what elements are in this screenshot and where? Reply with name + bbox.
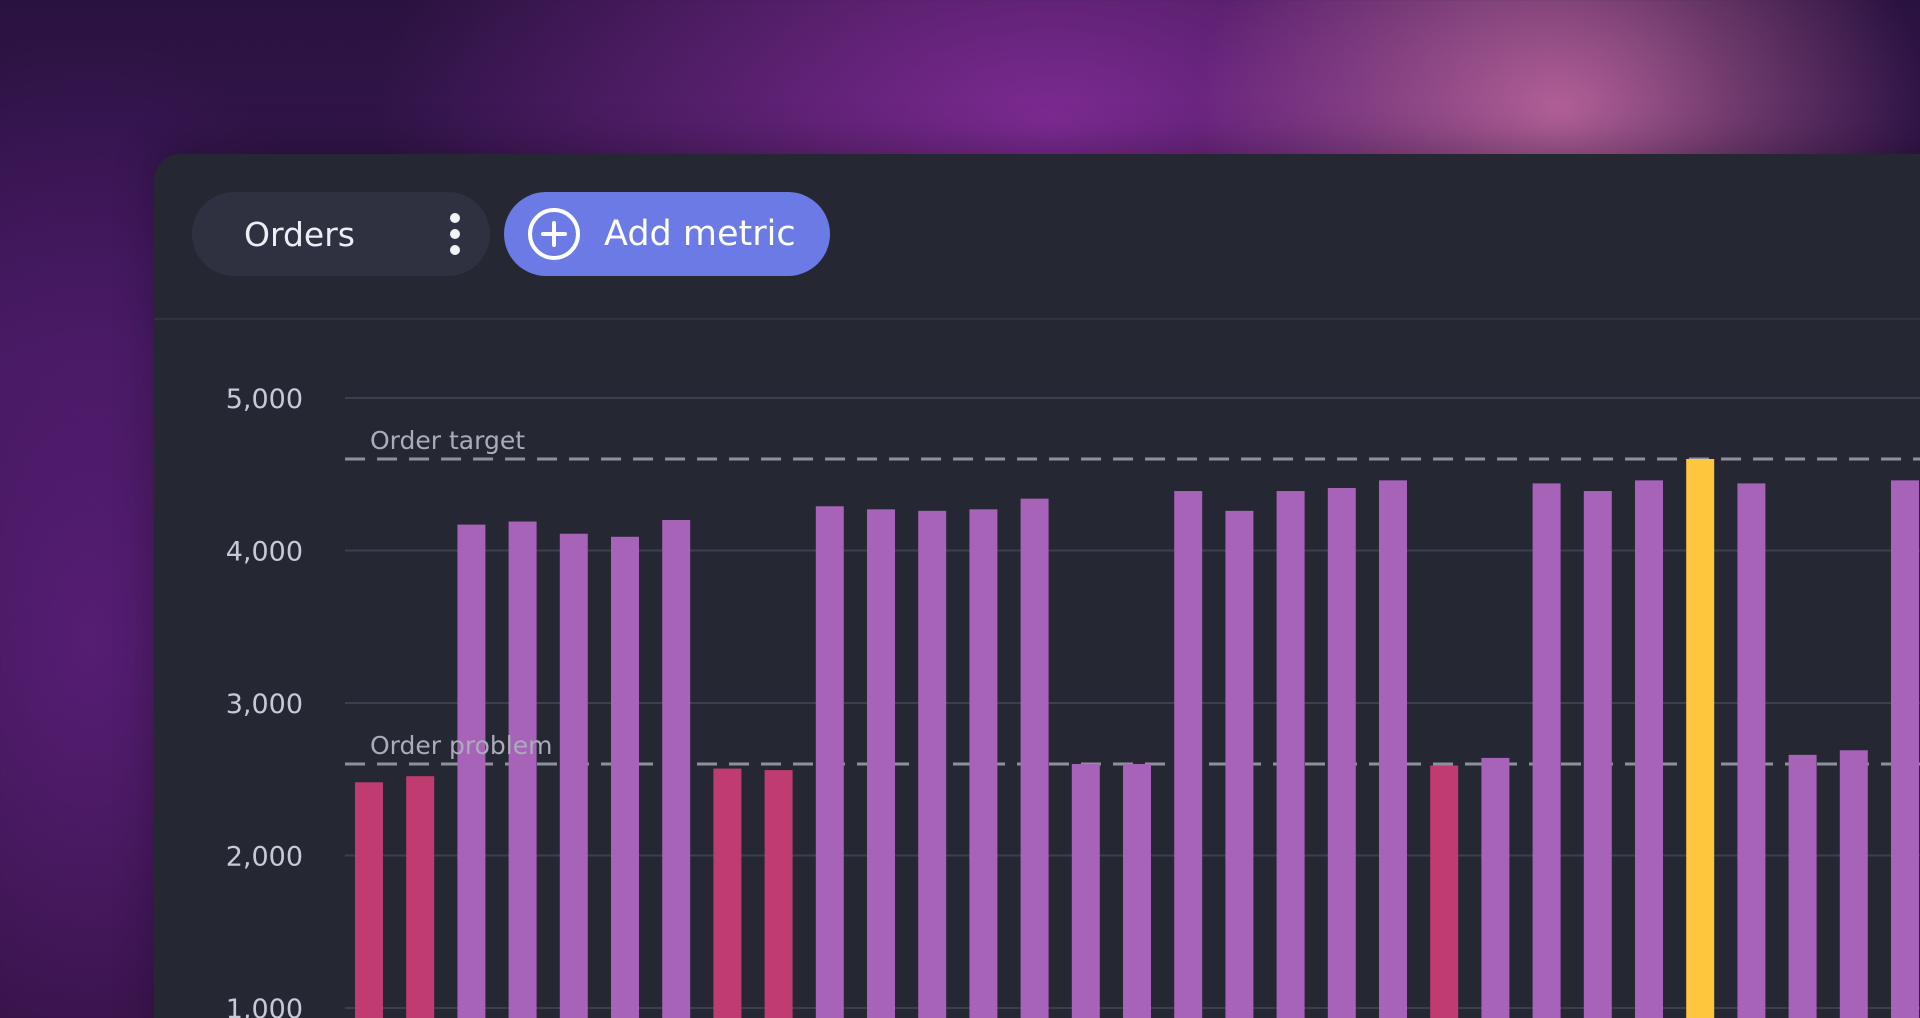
bar[interactable] <box>457 524 486 1018</box>
bar[interactable] <box>1532 483 1561 1018</box>
y-tick-label: 5,000 <box>226 384 303 415</box>
bar[interactable] <box>559 533 588 1018</box>
bar[interactable] <box>918 510 947 1018</box>
bar-chart: Order target Order problem 1,000 2,000 3,00… <box>226 384 1920 1018</box>
bar[interactable] <box>662 520 691 1018</box>
bar[interactable] <box>508 521 537 1018</box>
bar[interactable] <box>1686 459 1715 1018</box>
y-tick-label: 2,000 <box>226 842 303 873</box>
bar[interactable] <box>355 782 383 1018</box>
bar[interactable] <box>1123 764 1151 1018</box>
y-tick-label: 4,000 <box>226 537 303 568</box>
bar[interactable] <box>1891 480 1919 1018</box>
bar[interactable] <box>1327 487 1356 1018</box>
bar[interactable] <box>1839 750 1868 1018</box>
reference-line-label: Order target <box>370 426 525 455</box>
bar[interactable] <box>1276 491 1305 1018</box>
bar[interactable] <box>1020 498 1049 1018</box>
y-axis: 1,000 2,000 3,000 4,000 5,000 <box>226 384 303 1018</box>
bar[interactable] <box>1583 491 1612 1018</box>
bar[interactable] <box>611 536 639 1018</box>
bar[interactable] <box>1737 483 1766 1018</box>
bar[interactable] <box>1071 764 1100 1018</box>
bar[interactable] <box>1225 510 1254 1018</box>
bar[interactable] <box>815 506 844 1018</box>
bar[interactable] <box>1635 480 1663 1018</box>
y-tick-label: 1,000 <box>226 994 303 1018</box>
bar[interactable] <box>969 509 998 1018</box>
bar[interactable] <box>867 509 895 1018</box>
bar[interactable] <box>1788 754 1817 1018</box>
bar[interactable] <box>1379 480 1407 1018</box>
bar[interactable] <box>406 776 435 1018</box>
reference-line-label: Order problem <box>370 731 552 760</box>
bar[interactable] <box>713 768 742 1018</box>
y-tick-label: 3,000 <box>226 689 303 720</box>
bar[interactable] <box>1481 757 1510 1018</box>
bars <box>355 459 1919 1018</box>
bar[interactable] <box>1174 491 1203 1018</box>
bar[interactable] <box>1430 765 1459 1018</box>
bar[interactable] <box>764 770 793 1018</box>
